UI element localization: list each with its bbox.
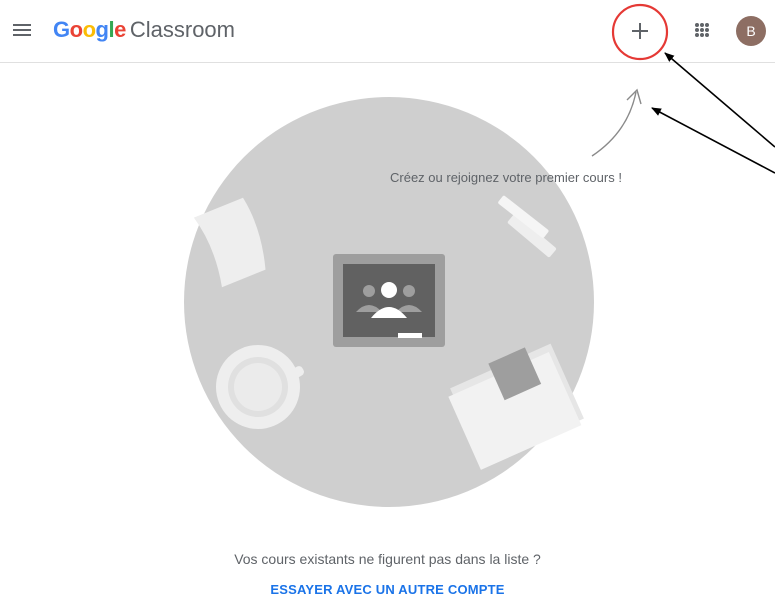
try-another-account-link[interactable]: ESSAYER AVEC UN AUTRE COMPTE	[0, 582, 775, 597]
hint-arrow-sketch	[591, 88, 642, 157]
missing-classes-question: Vos cours existants ne figurent pas dans…	[234, 551, 541, 567]
classroom-board-icon	[333, 254, 445, 347]
first-class-hint: Créez ou rejoignez votre premier cours !	[390, 170, 622, 185]
empty-state-illustration	[184, 88, 642, 507]
